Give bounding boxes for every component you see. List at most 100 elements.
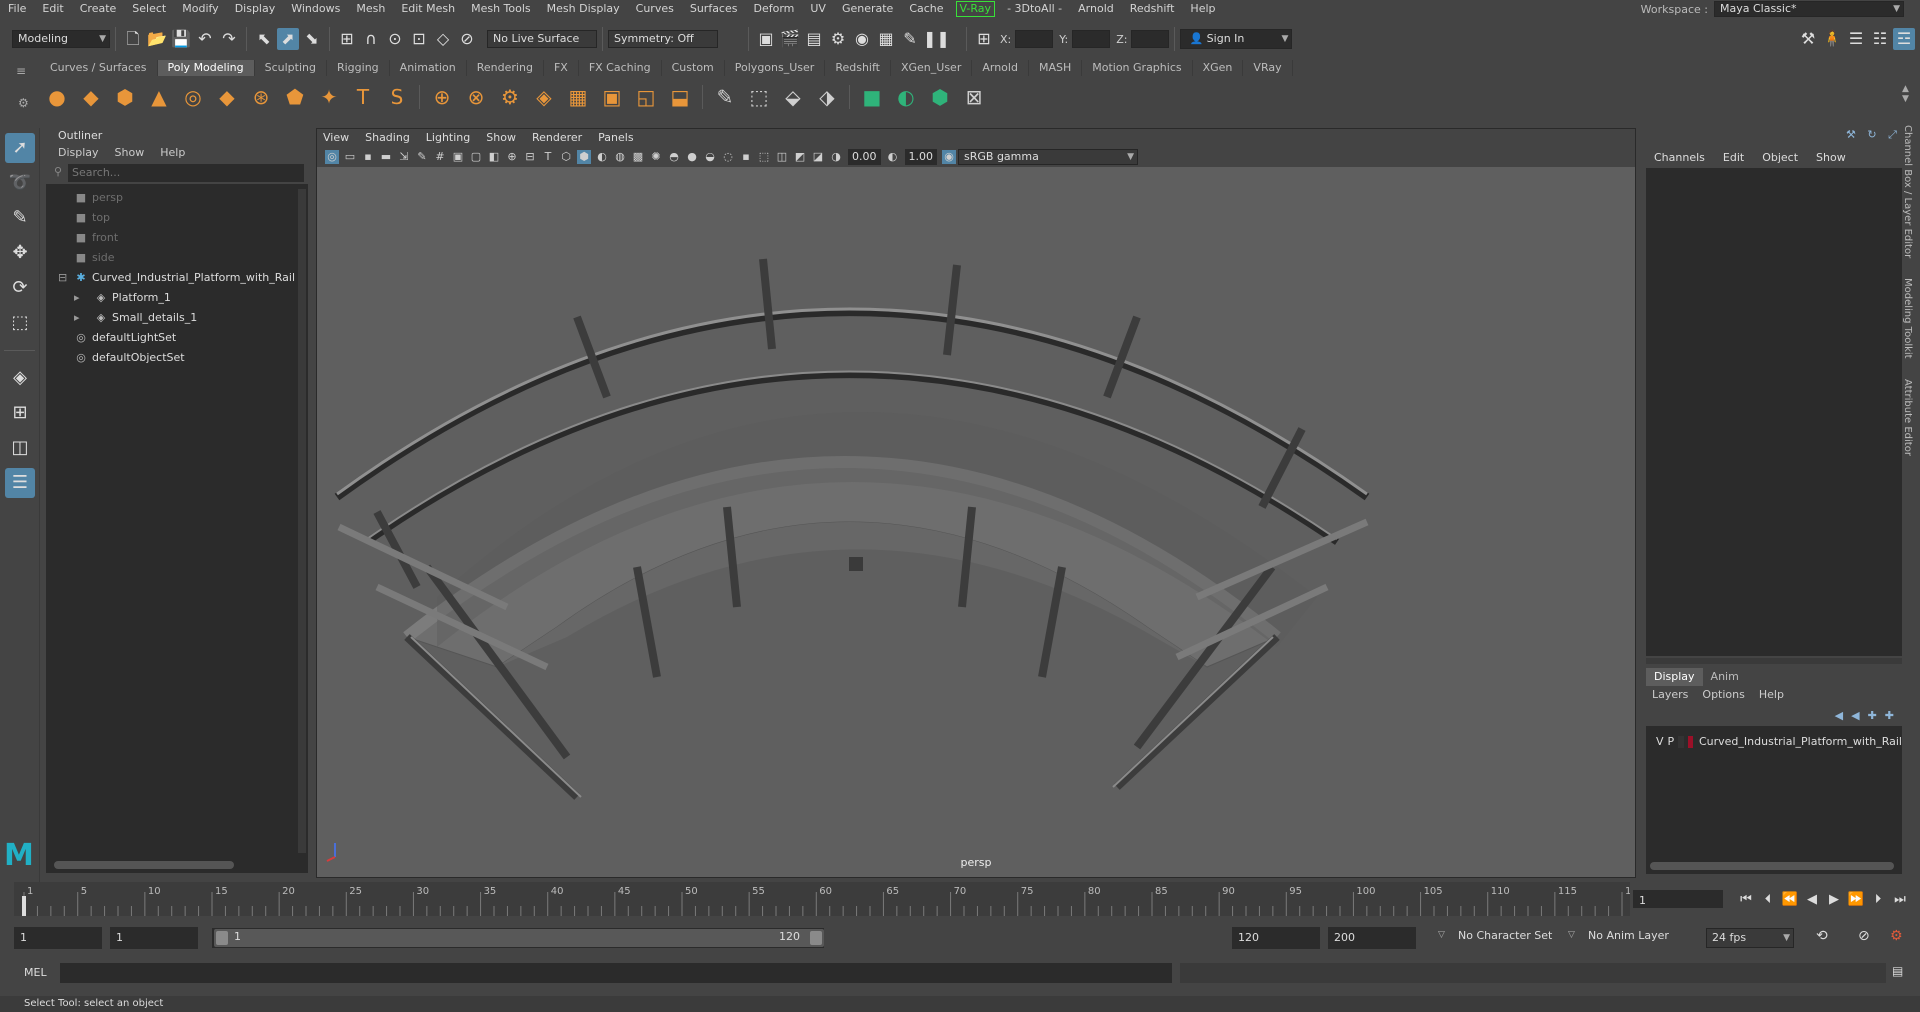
render-setup-icon[interactable]: ▦ — [875, 28, 897, 50]
bookmark-icon[interactable]: ▪ — [361, 150, 375, 164]
resolution-gate-icon[interactable]: ▢ — [469, 150, 483, 164]
step-back-key-icon[interactable]: ⏪ — [1779, 892, 1801, 907]
menu-item[interactable]: Curves — [628, 0, 682, 17]
layer-editor-tab[interactable]: Anim — [1703, 668, 1747, 686]
sign-in-button[interactable]: 👤 Sign In ▼ — [1180, 29, 1293, 49]
menu-item[interactable]: Deform — [745, 0, 802, 17]
extract-icon[interactable]: ◈ — [530, 83, 558, 111]
go-to-end-icon[interactable]: ⏭ — [1889, 892, 1911, 907]
field-chart-icon[interactable]: ⊕ — [505, 150, 519, 164]
viewport-menu-item[interactable]: Panels — [598, 129, 633, 147]
range-thumb[interactable]: 1 120 — [214, 929, 824, 947]
snap-point-icon[interactable]: ⊙ — [384, 28, 406, 50]
safe-action-icon[interactable]: ⊟ — [523, 150, 537, 164]
xray-icon[interactable]: ◫ — [775, 150, 789, 164]
menu-item[interactable]: Generate — [834, 0, 901, 17]
shadows-icon[interactable]: ◓ — [667, 150, 681, 164]
render-frame-icon[interactable]: 🎬 — [779, 28, 801, 50]
shelf-tab[interactable]: Custom — [662, 60, 725, 76]
workspace-dropdown[interactable]: Maya Classic* ▼ — [1714, 1, 1904, 17]
viewport-panel[interactable]: View Shading Lighting Show Renderer Panels ◎ … — [316, 128, 1636, 878]
exposure-icon[interactable]: ◑ — [829, 150, 843, 164]
shelf-tab[interactable]: Rendering — [467, 60, 544, 76]
live-surface-field[interactable]: No Live Surface — [487, 30, 597, 48]
layer-editor-tab[interactable]: Display — [1646, 668, 1703, 686]
type-icon[interactable]: T — [349, 83, 377, 111]
menu-item[interactable]: Mesh Display — [539, 0, 628, 17]
menuset-dropdown[interactable]: Modeling ▼ — [12, 30, 110, 48]
menu-item[interactable]: V-Ray — [955, 0, 996, 17]
chevron-down-icon[interactable]: ▽ — [1438, 930, 1445, 940]
shelf-tab[interactable]: XGen_User — [891, 60, 973, 76]
menu-item[interactable]: Modify — [174, 0, 226, 17]
step-back-frame-icon[interactable]: ⏴ — [1757, 892, 1779, 907]
menu-item[interactable]: File — [0, 0, 34, 17]
command-input[interactable] — [60, 963, 1172, 983]
render-view-icon[interactable]: ▣ — [755, 28, 777, 50]
booleans-icon[interactable]: ▣ — [598, 83, 626, 111]
anim-layer-label[interactable]: No Anim Layer — [1588, 929, 1669, 942]
expand-icon[interactable]: ▸ — [74, 308, 80, 328]
range-end-handle[interactable] — [810, 931, 822, 945]
anti-aliasing-icon[interactable]: ◌ — [721, 150, 735, 164]
select-camera-icon[interactable]: ◎ — [325, 150, 339, 164]
color-management-icon[interactable]: ◉ — [942, 150, 956, 164]
loop-icon[interactable]: ⟲ — [1816, 928, 1828, 944]
use-all-lights-icon[interactable]: ✺ — [649, 150, 663, 164]
playback-end-field[interactable]: 120 — [1232, 927, 1320, 949]
menu-item[interactable]: Windows — [283, 0, 348, 17]
superellipse-icon[interactable]: ✦ — [315, 83, 343, 111]
select-hierarchy-icon[interactable]: ⬉ — [253, 28, 275, 50]
viewport-menu-item[interactable]: Shading — [365, 129, 410, 147]
outliner-item[interactable]: ◎ defaultObjectSet — [46, 348, 308, 368]
menu-item[interactable]: - 3DtoAll - — [999, 0, 1070, 17]
mirror-icon[interactable]: ▦ — [564, 83, 592, 111]
scale-tool-icon[interactable]: ⬚ — [5, 308, 35, 338]
current-time-marker[interactable] — [22, 896, 26, 916]
outliner-menu-item[interactable]: Display — [58, 144, 99, 162]
film-gate-icon[interactable]: ▣ — [451, 150, 465, 164]
append-icon[interactable]: ⬚ — [745, 83, 773, 111]
expand-icon[interactable]: ⤢ — [1888, 128, 1897, 141]
symmetry-dropdown[interactable]: Symmetry: Off — [608, 30, 718, 48]
gamma-field[interactable]: 1.00 — [904, 149, 937, 165]
channel-box-menu-item[interactable]: Object — [1762, 148, 1798, 168]
layer-color-swatch[interactable] — [1687, 736, 1693, 748]
single-perspective-layout-icon[interactable]: ◈ — [5, 363, 35, 393]
separate-icon[interactable]: ⊗ — [462, 83, 490, 111]
bevel-icon[interactable]: ◱ — [632, 83, 660, 111]
plane-icon[interactable]: ◆ — [213, 83, 241, 111]
hypershade-icon[interactable]: ◉ — [851, 28, 873, 50]
time-slider-track[interactable]: 1 5 10 15 20 25 30 35 40 45 50 55 60 65 70 75 80 85 90 95 10… — [14, 882, 1644, 916]
menu-item[interactable]: Mesh — [348, 0, 393, 17]
viewport-menu-item[interactable]: Lighting — [426, 129, 470, 147]
select-tool-icon[interactable]: ➚ — [5, 133, 35, 163]
select-object-icon[interactable]: ⬈ — [277, 28, 299, 50]
sphere-icon[interactable]: ● — [43, 83, 71, 111]
layer-name[interactable]: Curved_Industrial_Platform_with_Rail — [1699, 732, 1902, 752]
paint-select-tool-icon[interactable]: ✎ — [5, 203, 35, 233]
viewport-menu-item[interactable]: Renderer — [532, 129, 582, 147]
z-field[interactable] — [1131, 30, 1170, 48]
outliner-item[interactable]: ■ persp — [46, 188, 308, 208]
platonic-icon[interactable]: ⬟ — [281, 83, 309, 111]
backface-culling-icon[interactable]: ◪ — [811, 150, 825, 164]
gamma-icon[interactable]: ◐ — [886, 150, 900, 164]
range-bar[interactable]: 1 120 — [212, 928, 824, 948]
shelf-tab[interactable]: Animation — [390, 60, 467, 76]
shelf-settings-icon[interactable]: ⚙ — [18, 96, 29, 110]
shelf-tab[interactable]: FX Caching — [579, 60, 662, 76]
outliner-item[interactable]: ■ side — [46, 248, 308, 268]
toggle-tool-settings-icon[interactable]: ☷ — [1869, 28, 1891, 50]
outliner-item[interactable]: ▸ ◈ Small_details_1 — [46, 308, 308, 328]
move-tool-icon[interactable]: ✥ — [5, 238, 35, 268]
shelf-menu-icon[interactable]: ≡ — [16, 64, 26, 78]
render-settings-icon[interactable]: ⚙ — [827, 28, 849, 50]
screen-space-ao-icon[interactable]: ● — [685, 150, 699, 164]
default-material-icon[interactable]: ◐ — [595, 150, 609, 164]
outliner-layout-icon[interactable]: ☰ — [5, 468, 35, 498]
side-tab[interactable]: Attribute Editor — [1902, 379, 1913, 456]
smooth-shade-icon[interactable]: ⬢ — [577, 150, 591, 164]
menu-item[interactable]: Cache — [901, 0, 951, 17]
layer-editor-menu-item[interactable]: Help — [1759, 686, 1784, 704]
